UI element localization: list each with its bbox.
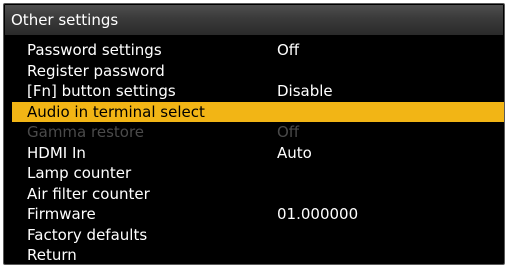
menu-item-value: 01.000000 [277, 205, 359, 223]
menu-item-label: Factory defaults [27, 225, 148, 244]
menu-item-return[interactable]: Return [12, 245, 504, 266]
menu-item-label: Lamp counter [27, 164, 132, 182]
menu-item-password-settings[interactable]: Password settings Off [12, 40, 504, 61]
menu-item-register-password[interactable]: Register password [12, 61, 504, 82]
menu-item-audio-in-terminal-select[interactable]: Audio in terminal select [12, 101, 504, 122]
menu-item-label: Register password [27, 61, 165, 80]
menu-item-value: Auto [277, 143, 312, 162]
menu-item-label: Air filter counter [27, 184, 150, 203]
menu-item-label: HDMI In [27, 143, 86, 162]
menu-item-lamp-counter[interactable]: Lamp counter [12, 163, 504, 184]
menu-item-value: Disable [277, 82, 333, 100]
menu-item-label: Return [27, 246, 77, 264]
menu-item-label: Gamma restore [27, 123, 145, 141]
menu-item-firmware[interactable]: Firmware 01.000000 [12, 204, 504, 225]
osd-menu-window: Other settings Password settings Off Reg… [3, 3, 505, 265]
menu-item-label: Firmware [27, 205, 96, 223]
menu-item-gamma-restore: Gamma restore Off [12, 122, 504, 143]
menu-item-label: [Fn] button settings [27, 82, 176, 100]
menu-item-factory-defaults[interactable]: Factory defaults [12, 225, 504, 246]
menu-item-value: Off [277, 41, 300, 59]
menu-item-label: Password settings [27, 41, 162, 59]
menu-item-value: Off [277, 123, 300, 141]
menu-list: Password settings Off Register password … [12, 40, 504, 266]
menu-item-air-filter-counter[interactable]: Air filter counter [12, 184, 504, 205]
menu-item-hdmi-in[interactable]: HDMI In Auto [12, 143, 504, 164]
menu-title: Other settings [5, 5, 503, 35]
menu-item-label: Audio in terminal select [27, 102, 205, 121]
menu-item-fn-button-settings[interactable]: [Fn] button settings Disable [12, 81, 504, 102]
